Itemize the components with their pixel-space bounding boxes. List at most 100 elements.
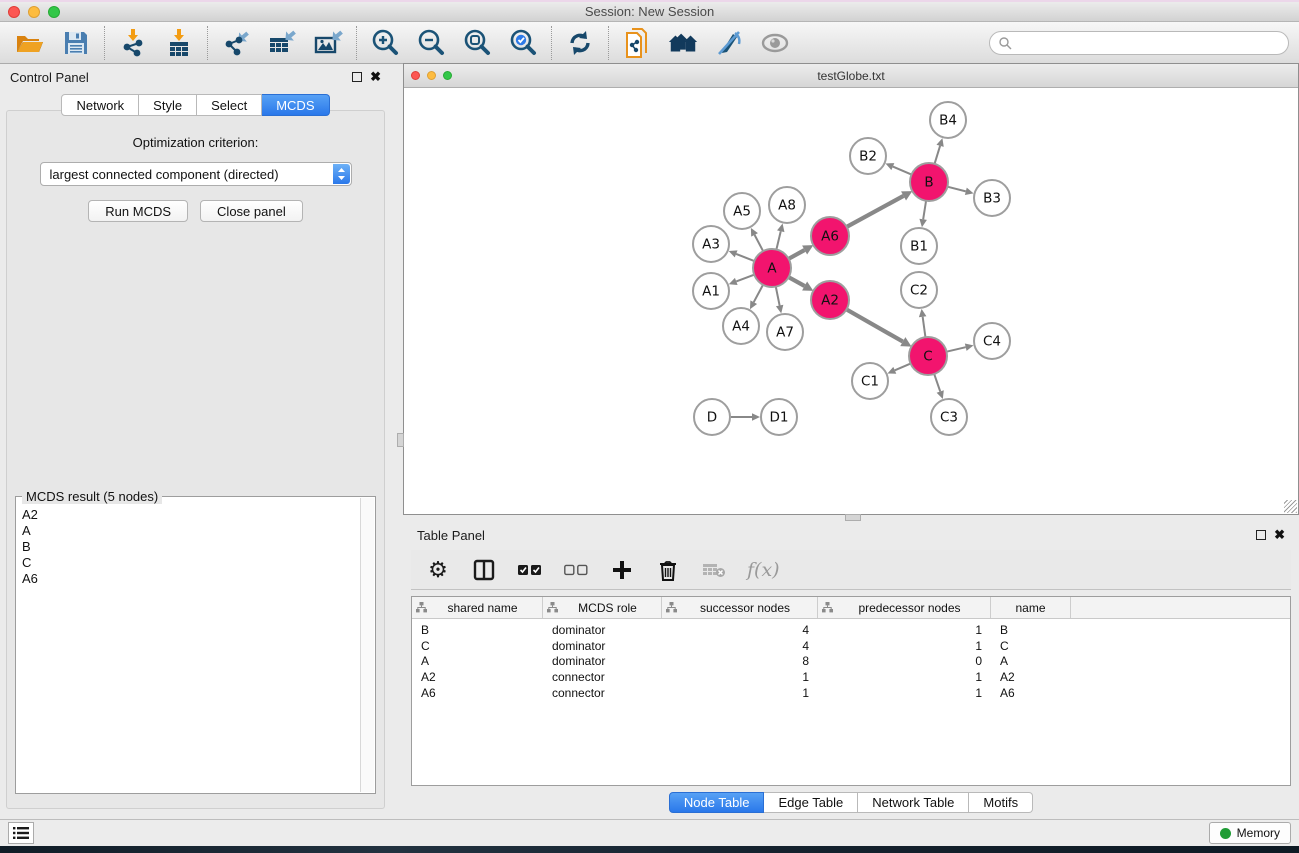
graph-node-C3[interactable]: C3: [931, 399, 967, 435]
open-file-icon[interactable]: [14, 27, 46, 59]
graph-node-A5[interactable]: A5: [724, 193, 760, 229]
graph-node-B2[interactable]: B2: [850, 138, 886, 174]
tab-node-table[interactable]: Node Table: [669, 792, 765, 813]
result-item[interactable]: C: [22, 555, 367, 571]
tab-style[interactable]: Style: [139, 94, 197, 116]
graph-edge-B-B2[interactable]: [893, 167, 912, 175]
graph-node-A1[interactable]: A1: [693, 273, 729, 309]
result-item[interactable]: A2: [22, 507, 367, 523]
graph-edge-C-C2[interactable]: [923, 317, 926, 337]
zoom-fit-icon[interactable]: [461, 27, 493, 59]
column-header-name[interactable]: name: [991, 597, 1071, 618]
select-all-icon[interactable]: [517, 557, 543, 583]
zoom-selected-icon[interactable]: [507, 27, 539, 59]
show-details-eye-icon[interactable]: [759, 27, 791, 59]
graph-node-C2[interactable]: C2: [901, 272, 937, 308]
column-header-mcds-role[interactable]: MCDS role: [543, 597, 662, 618]
tab-edge-table[interactable]: Edge Table: [764, 792, 858, 813]
graph-edge-A-A3[interactable]: [736, 254, 754, 261]
optimization-criterion-dropdown[interactable]: largest connected component (directed): [40, 162, 352, 186]
graph-edge-A6-B[interactable]: [847, 196, 904, 227]
graph-node-A3[interactable]: A3: [693, 226, 729, 262]
resize-grip[interactable]: [1284, 500, 1297, 513]
table-row[interactable]: Bdominator41B: [412, 622, 1290, 638]
graph-edge-B-B4[interactable]: [935, 146, 941, 164]
graph-edge-A-A4[interactable]: [754, 285, 763, 302]
delete-icon[interactable]: [655, 557, 681, 583]
import-table-icon[interactable]: [163, 27, 195, 59]
graph-node-D1[interactable]: D1: [761, 399, 797, 435]
tab-mcds[interactable]: MCDS: [262, 94, 329, 116]
search-input[interactable]: [989, 31, 1289, 55]
graph-node-B3[interactable]: B3: [974, 180, 1010, 216]
graph-node-A4[interactable]: A4: [723, 308, 759, 344]
import-network-icon[interactable]: [117, 27, 149, 59]
graph-node-C4[interactable]: C4: [974, 323, 1010, 359]
graph-node-A2[interactable]: A2: [811, 281, 849, 319]
table-row[interactable]: Cdominator41C: [412, 638, 1290, 654]
result-item[interactable]: B: [22, 539, 367, 555]
zoom-out-icon[interactable]: [415, 27, 447, 59]
tab-motifs[interactable]: Motifs: [969, 792, 1033, 813]
zoom-in-icon[interactable]: [369, 27, 401, 59]
graph-node-A[interactable]: A: [753, 249, 791, 287]
graph-edge-A-A1[interactable]: [736, 275, 754, 282]
close-table-panel-icon[interactable]: ✖: [1274, 530, 1285, 540]
delete-table-icon[interactable]: [701, 557, 727, 583]
graph-edge-A-A6[interactable]: [789, 250, 805, 259]
column-header-successor-nodes[interactable]: successor nodes: [662, 597, 818, 618]
memory-button[interactable]: Memory: [1209, 822, 1291, 844]
graph-node-C1[interactable]: C1: [852, 363, 888, 399]
float-table-panel-icon[interactable]: [1256, 530, 1266, 540]
graph-edge-C-C1[interactable]: [895, 364, 911, 371]
tab-network[interactable]: Network: [61, 94, 139, 116]
network-window-titlebar[interactable]: testGlobe.txt: [404, 64, 1298, 88]
clone-network-icon[interactable]: [621, 27, 653, 59]
result-item[interactable]: A: [22, 523, 367, 539]
graph-node-A8[interactable]: A8: [769, 187, 805, 223]
graph-node-B4[interactable]: B4: [930, 102, 966, 138]
column-view-icon[interactable]: [471, 557, 497, 583]
column-header-predecessor-nodes[interactable]: predecessor nodes: [818, 597, 991, 618]
graph-edge-A-A5[interactable]: [755, 235, 764, 251]
function-builder-icon[interactable]: f(x): [747, 557, 780, 583]
vertical-scrollbar-thumb[interactable]: [397, 433, 404, 447]
graph-edge-C-C4[interactable]: [946, 347, 965, 352]
close-panel-icon[interactable]: ✖: [370, 72, 381, 82]
export-table-icon[interactable]: [266, 27, 298, 59]
horizontal-scrollbar-thumb[interactable]: [845, 514, 861, 521]
graph-edge-A2-C[interactable]: [846, 309, 902, 341]
run-mcds-button[interactable]: Run MCDS: [88, 200, 188, 222]
tab-select[interactable]: Select: [197, 94, 262, 116]
graph-edge-B-B1[interactable]: [923, 201, 926, 220]
export-network-icon[interactable]: [220, 27, 252, 59]
gear-icon[interactable]: ⚙: [425, 557, 451, 583]
deselect-all-icon[interactable]: [563, 557, 589, 583]
graph-edge-A-A8[interactable]: [776, 231, 780, 249]
table-row[interactable]: A6connector11A6: [412, 685, 1290, 701]
graph-edge-A-A7[interactable]: [776, 287, 780, 306]
home-icon[interactable]: [667, 27, 699, 59]
hide-annotations-icon[interactable]: [713, 27, 745, 59]
graph-edge-B-B3[interactable]: [947, 187, 965, 192]
graph-node-D[interactable]: D: [694, 399, 730, 435]
save-session-icon[interactable]: [60, 27, 92, 59]
apply-layout-refresh-icon[interactable]: [564, 27, 596, 59]
graph-node-A6[interactable]: A6: [811, 217, 849, 255]
table-row[interactable]: Adominator80A: [412, 654, 1290, 670]
graph-node-C[interactable]: C: [909, 337, 947, 375]
graph-edge-C-C3[interactable]: [934, 374, 940, 392]
graph-node-B[interactable]: B: [910, 163, 948, 201]
task-history-button[interactable]: [8, 822, 34, 844]
close-panel-button[interactable]: Close panel: [200, 200, 303, 222]
graph-edge-A-A2[interactable]: [789, 277, 805, 286]
table-row[interactable]: A2connector11A2: [412, 669, 1290, 685]
export-image-icon[interactable]: [312, 27, 344, 59]
network-canvas[interactable]: B4B2BB3A5A8A6B1A3AC2A1A2A4A7CC4C1C3DD1: [404, 88, 1298, 514]
result-item[interactable]: A6: [22, 571, 367, 587]
add-column-icon[interactable]: [609, 557, 635, 583]
mcds-result-list[interactable]: A2 A B C A6: [16, 497, 375, 587]
column-header-shared-name[interactable]: shared name: [412, 597, 543, 618]
float-panel-icon[interactable]: [352, 72, 362, 82]
tab-network-table[interactable]: Network Table: [858, 792, 969, 813]
